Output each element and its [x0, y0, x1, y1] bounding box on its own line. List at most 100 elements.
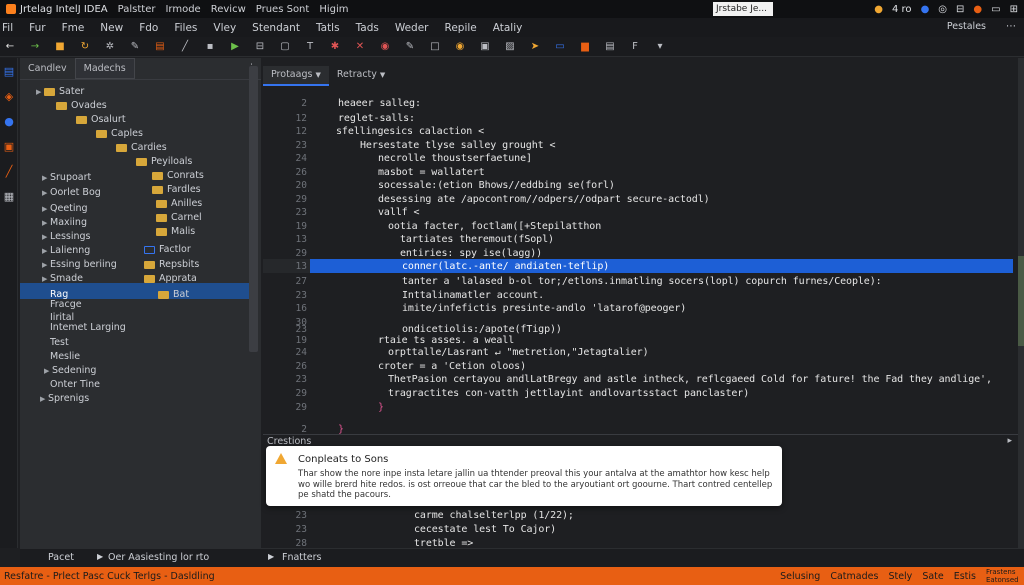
maximize-icon[interactable]: ⊞: [1010, 4, 1018, 15]
chevron-down-icon[interactable]: ▼: [380, 71, 385, 79]
monitor-icon[interactable]: ▭: [554, 41, 566, 53]
tree-expand-icon[interactable]: ▶: [42, 171, 50, 185]
refresh-icon[interactable]: ↻: [79, 41, 91, 53]
tree-expand-icon[interactable]: ▶: [40, 392, 48, 406]
tree-row[interactable]: Caples: [96, 127, 143, 141]
tree-row[interactable]: ▶ Lessings: [42, 230, 91, 244]
status-item[interactable]: Catmades: [830, 571, 878, 582]
tree-row[interactable]: Fardles: [152, 183, 201, 197]
status-item[interactable]: Stely: [888, 571, 912, 582]
image-icon[interactable]: ▨: [504, 41, 516, 53]
coin-icon[interactable]: ◉: [454, 41, 466, 53]
tree-row[interactable]: Onter Tine: [50, 378, 100, 392]
split-icon[interactable]: ⊟: [254, 41, 266, 53]
collapse-icon[interactable]: ▸: [1007, 436, 1012, 446]
tree-row[interactable]: ▶ Oorlet Bog: [42, 186, 101, 200]
status-left-text[interactable]: Resfatre - Prlect Pasc Cuck Terlgs - Das…: [4, 571, 215, 582]
status-item[interactable]: Frastens Eatonsed: [986, 568, 1020, 584]
tree-expand-icon[interactable]: ▶: [42, 244, 50, 258]
file-icon[interactable]: ▤: [154, 41, 166, 53]
tree-row[interactable]: ▶ Qeeting: [42, 202, 88, 216]
tree-row[interactable]: ▶ Maxiing: [42, 216, 87, 230]
wrench-icon[interactable]: ✎: [129, 41, 141, 53]
build-icon[interactable]: ▤: [604, 41, 616, 53]
menu-item[interactable]: Weder: [395, 22, 429, 34]
box-icon[interactable]: ▢: [279, 41, 291, 53]
settings-icon[interactable]: ●: [921, 4, 930, 15]
tree-row[interactable]: Test: [50, 336, 69, 350]
tree-row[interactable]: ▶ Sater: [36, 85, 84, 99]
tree-row[interactable]: Ovades: [56, 99, 107, 113]
menu-item[interactable]: Repile: [445, 22, 477, 34]
tree-expand-icon[interactable]: ▶: [42, 230, 50, 244]
menu-item[interactable]: Fme: [62, 22, 85, 34]
editor-tab-second[interactable]: Retracty ▼: [329, 66, 393, 86]
project-tab-second[interactable]: Madechs: [74, 58, 135, 79]
close-icon[interactable]: ✕: [354, 41, 366, 53]
tree-row[interactable]: Meslie: [50, 350, 80, 364]
tree-row[interactable]: ▶ Srupoart: [42, 171, 91, 185]
build-tool-icon[interactable]: ╱: [2, 165, 16, 179]
menu-item[interactable]: Files: [174, 22, 197, 34]
status-item[interactable]: Estis: [954, 571, 976, 582]
run-icon[interactable]: ▶: [229, 41, 241, 53]
tree-expand-icon[interactable]: ▶: [42, 202, 50, 216]
tree-expand-icon[interactable]: ▶: [36, 85, 44, 99]
project-tool-icon[interactable]: ▤: [2, 65, 16, 79]
menu-item[interactable]: Fdo: [139, 22, 158, 34]
minimize-icon[interactable]: ▭: [991, 4, 1000, 15]
structure-tool-icon[interactable]: ◈: [2, 90, 16, 104]
chevron-down-icon[interactable]: ▼: [315, 71, 320, 79]
menu-right-label[interactable]: Pestales: [947, 21, 986, 32]
more-icon[interactable]: ⋯: [1006, 21, 1016, 32]
menu-item[interactable]: Stendant: [252, 22, 300, 34]
tree-row[interactable]: Bat: [158, 288, 189, 302]
square-icon[interactable]: □: [429, 41, 441, 53]
bookmarks-tool-icon[interactable]: ●: [2, 115, 16, 129]
title-menu-item[interactable]: Palstter: [118, 4, 156, 15]
filter-icon[interactable]: F: [629, 41, 641, 53]
notification-icon[interactable]: ●: [874, 4, 883, 15]
menu-item[interactable]: New: [100, 22, 123, 34]
search-everywhere-field[interactable]: Jrstabe Je...: [713, 2, 773, 16]
tree-expand-icon[interactable]: ▶: [42, 186, 50, 200]
edit-icon[interactable]: ✎: [404, 41, 416, 53]
lock-icon[interactable]: ⊟: [956, 4, 964, 15]
blocks-icon[interactable]: ■: [54, 41, 66, 53]
tree-expand-icon[interactable]: ▶: [42, 272, 50, 286]
title-menu-item[interactable]: Revicw: [211, 4, 246, 15]
help-icon[interactable]: ◎: [938, 4, 947, 15]
tree-row[interactable]: ▶ Essing beriing: [42, 258, 117, 272]
send-icon[interactable]: ➤: [529, 41, 541, 53]
title-menu-item[interactable]: Prues Sont: [256, 4, 310, 15]
back-arrow-icon[interactable]: ←: [4, 41, 16, 53]
pen-icon[interactable]: ╱: [179, 41, 191, 53]
save-icon[interactable]: ▪: [204, 41, 216, 53]
tree-row[interactable]: Peyiloals: [136, 155, 192, 169]
tree-row[interactable]: Carnel: [156, 211, 202, 225]
dropdown-icon[interactable]: ▾: [654, 41, 666, 53]
title-menu-item[interactable]: Higim: [319, 4, 348, 15]
bottom-tab-left[interactable]: Pacet: [48, 552, 74, 563]
notification-balloon[interactable]: Conpleats to Sons Thar show the nore inp…: [266, 446, 782, 506]
project-scrollbar[interactable]: [249, 66, 258, 352]
menu-item[interactable]: Ataliy: [493, 22, 523, 34]
tree-row[interactable]: ▶ Sedening: [44, 364, 96, 378]
menu-item[interactable]: Vley: [213, 22, 236, 34]
tree-row[interactable]: ▶ Smade: [42, 272, 83, 286]
title-menu-item[interactable]: Irmode: [165, 4, 200, 15]
forward-arrow-icon[interactable]: →: [29, 41, 41, 53]
bottom-tab-right[interactable]: Fnatters: [282, 552, 321, 563]
text-icon[interactable]: T: [304, 41, 316, 53]
panel-icon[interactable]: ▣: [479, 41, 491, 53]
menu-item[interactable]: Fil: [2, 22, 13, 34]
tree-expand-icon[interactable]: ▶: [42, 258, 50, 272]
tree-row[interactable]: Repsbits: [144, 258, 199, 272]
status-item[interactable]: Selusing: [780, 571, 820, 582]
bottom-tab-middle[interactable]: Oer Aasiesting lor rto: [108, 552, 209, 563]
tree-row[interactable]: Apprata: [144, 272, 197, 286]
tree-row[interactable]: Cardies: [116, 141, 167, 155]
grid-tool-icon[interactable]: ▦: [2, 190, 16, 204]
gear-icon[interactable]: ✲: [104, 41, 116, 53]
debug-icon[interactable]: ✱: [329, 41, 341, 53]
